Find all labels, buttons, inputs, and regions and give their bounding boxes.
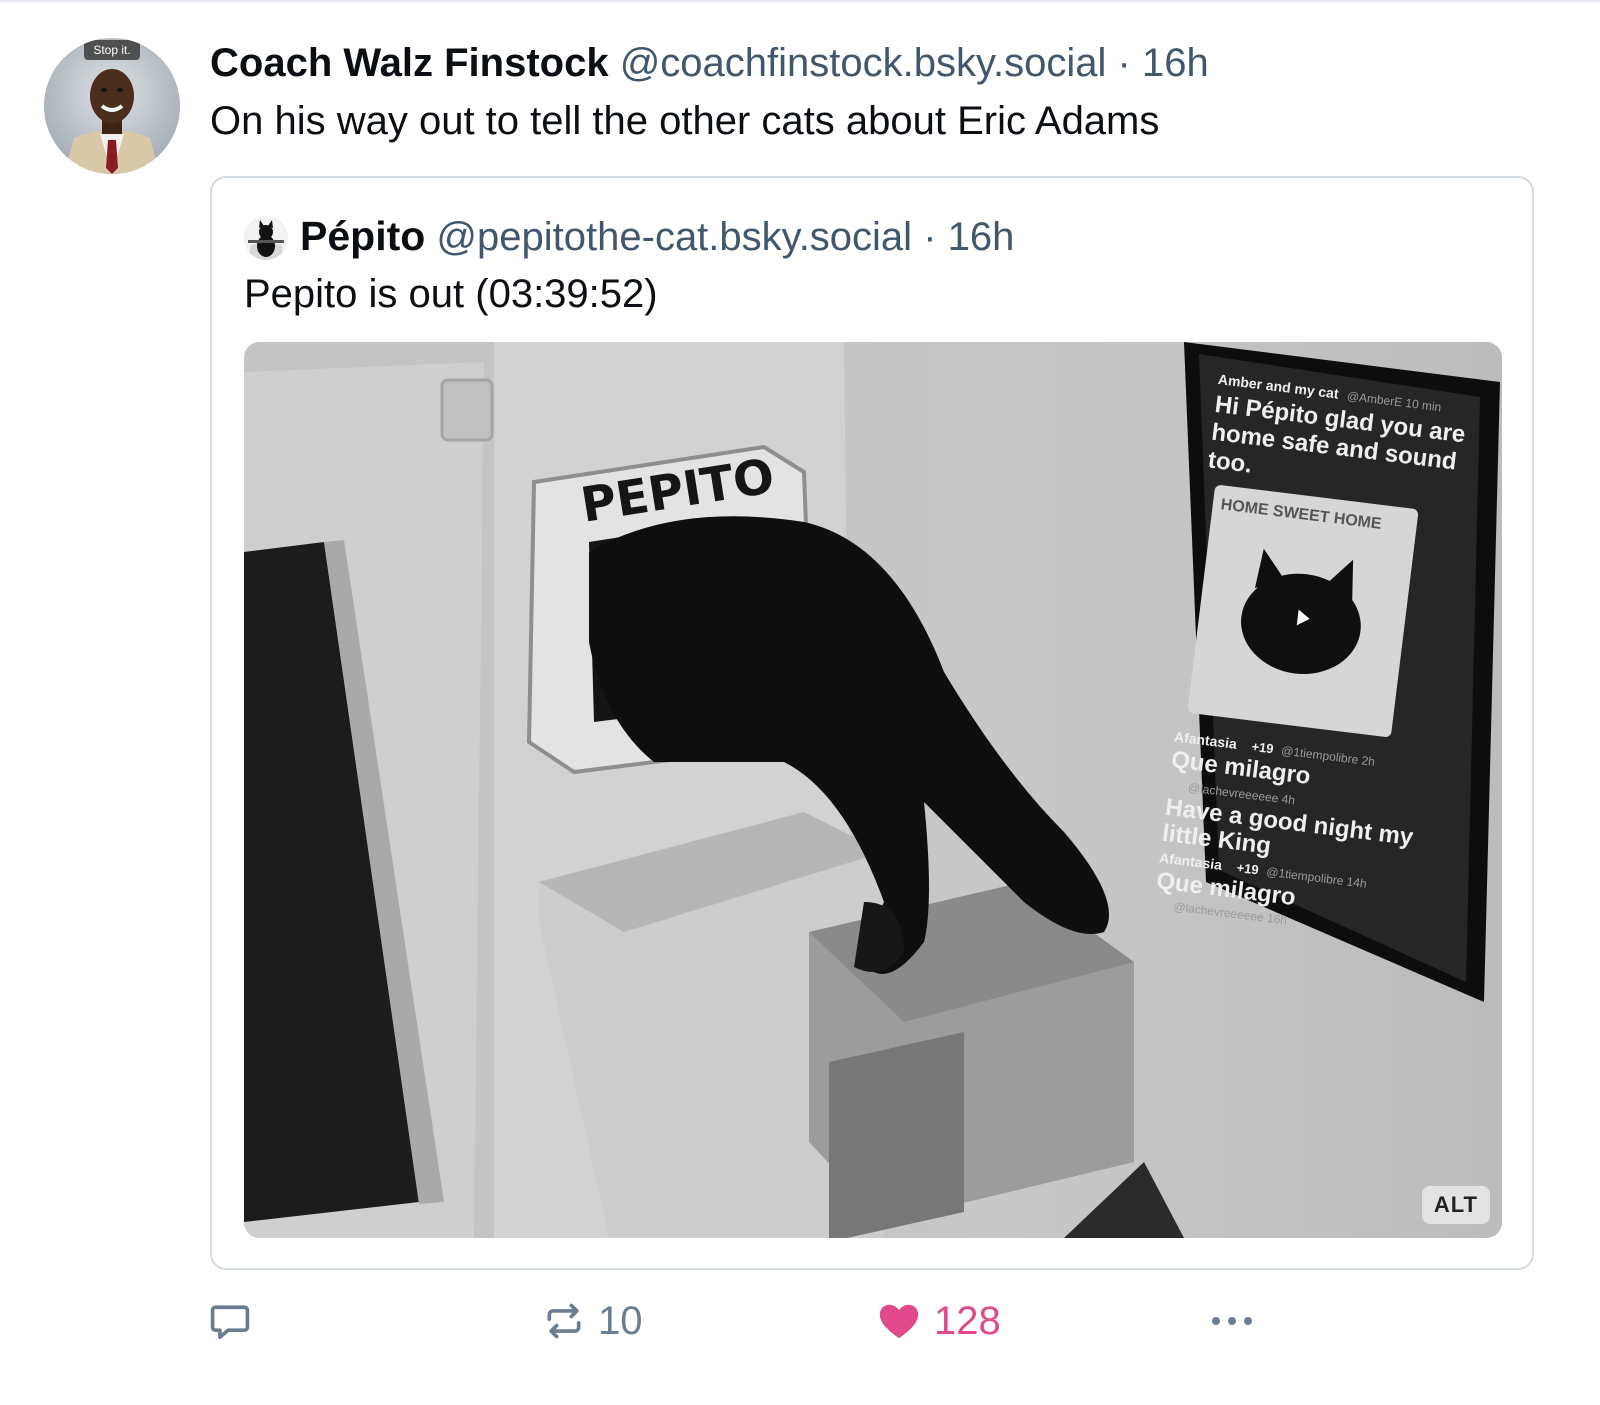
post[interactable]: Stop it. Coach Walz Finstock @coachfinst… <box>0 0 1600 1405</box>
post-timestamp[interactable]: 16h <box>1142 41 1209 85</box>
post-text: On his way out to tell the other cats ab… <box>210 99 1160 143</box>
cat-flap-photo: PEPITO Amber and my cat @AmberE 10 min H… <box>244 342 1502 1238</box>
author-avatar-image: Stop it. <box>44 38 180 174</box>
author-avatar[interactable]: Stop it. <box>44 38 180 174</box>
quoted-post[interactable]: Pépito @pepitothe-cat.bsky.social · 16h … <box>210 176 1534 1270</box>
repost-icon <box>547 1303 581 1339</box>
reply-button[interactable] <box>208 1290 264 1352</box>
like-count: 128 <box>934 1298 1001 1343</box>
quoted-post-image[interactable]: PEPITO Amber and my cat @AmberE 10 min H… <box>244 342 1502 1238</box>
quoted-author-handle[interactable]: @pepitothe-cat.bsky.social <box>436 215 912 259</box>
screen-badge-4: +19 <box>1236 860 1260 878</box>
ellipsis-icon <box>1212 1317 1252 1325</box>
repost-button[interactable]: 10 <box>542 1290 643 1352</box>
screen-badge-2: +19 <box>1251 739 1275 757</box>
post-actions: 10 128 <box>208 1290 1328 1360</box>
author-handle[interactable]: @coachfinstock.bsky.social <box>620 41 1107 85</box>
quoted-post-timestamp[interactable]: 16h <box>948 215 1015 259</box>
more-options-button[interactable] <box>1208 1290 1256 1352</box>
alt-text-button[interactable]: ALT <box>1421 1186 1490 1224</box>
avatar-caption: Stop it. <box>93 43 130 57</box>
heart-icon <box>879 1304 919 1339</box>
quoted-separator-dot: · <box>923 215 937 259</box>
quoted-author-display-name[interactable]: Pépito <box>300 213 425 259</box>
like-button[interactable]: 128 <box>876 1290 1001 1352</box>
screen-message-1-line-3: too. <box>1207 446 1254 478</box>
separator-dot: · <box>1117 41 1131 85</box>
author-display-name[interactable]: Coach Walz Finstock <box>210 41 609 85</box>
reply-icon <box>210 1305 250 1339</box>
quoted-post-header: Pépito @pepitothe-cat.bsky.social · 16h <box>300 210 1014 262</box>
repost-count: 10 <box>598 1298 643 1343</box>
cat-avatar-icon <box>244 216 288 260</box>
quoted-post-text: Pepito is out (03:39:52) <box>244 272 658 316</box>
post-header: Coach Walz Finstock @coachfinstock.bsky.… <box>210 38 1570 88</box>
quoted-author-avatar[interactable] <box>244 216 288 260</box>
